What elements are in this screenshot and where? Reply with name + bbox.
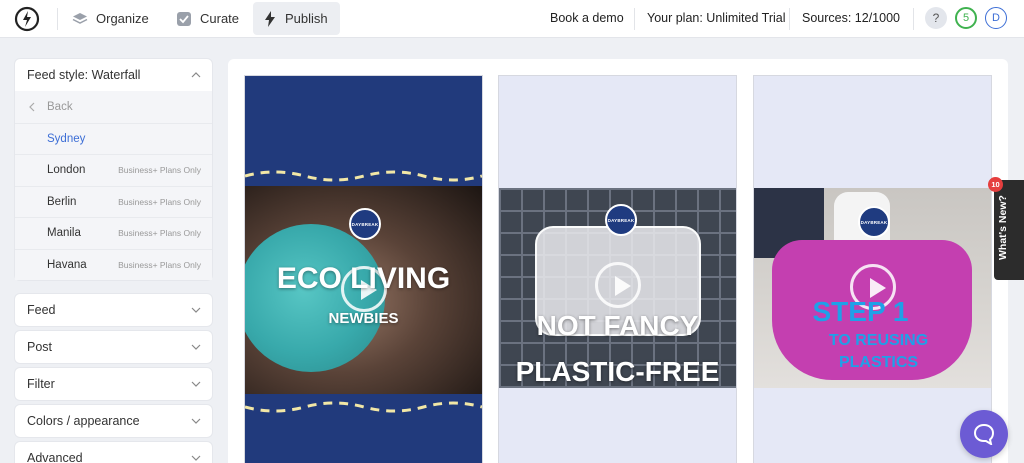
- post-subtitle-line2: PLASTICS: [838, 354, 919, 371]
- post-title: ECO LIVING: [276, 262, 451, 295]
- book-demo-link[interactable]: Book a demo: [550, 11, 624, 25]
- chevron-down-icon: [191, 307, 201, 313]
- top-bar: Organize Curate Publish Book a demo Your…: [0, 0, 1024, 38]
- option-name: London: [47, 164, 86, 177]
- checkbox-icon: [177, 11, 191, 26]
- back-button[interactable]: Back: [15, 91, 212, 123]
- section-label: Advanced: [27, 451, 83, 463]
- plan-note: Business+ Plans Only: [118, 228, 201, 239]
- chevron-down-icon: [191, 418, 201, 424]
- brand-badge: DAYBREAK: [858, 206, 890, 238]
- help-button[interactable]: ?: [925, 7, 947, 29]
- post-image: DAYBREAK NOT FANCY PLASTIC-FREE: [499, 188, 736, 388]
- feed-post-card[interactable]: DAYBREAK STEP 1 TO REUSING PLASTICS: [753, 75, 992, 463]
- section-post[interactable]: Post: [15, 331, 212, 363]
- nav-curate[interactable]: Curate: [166, 2, 249, 35]
- post-subtitle: NEWBIES: [328, 310, 399, 327]
- avatar[interactable]: D: [985, 7, 1007, 29]
- divider: [789, 8, 790, 30]
- post-title: NOT FANCY: [536, 310, 699, 341]
- chevron-down-icon: [191, 381, 201, 387]
- nav-publish-label: Publish: [285, 11, 328, 26]
- post-image: DAYBREAK ECO LIVING NEWBIES: [245, 186, 482, 394]
- plan-note: Business+ Plans Only: [118, 196, 201, 207]
- chevron-left-icon: [29, 102, 35, 112]
- back-label: Back: [47, 100, 73, 113]
- post-subtitle: TO REUSING: [828, 332, 929, 349]
- chevron-up-icon: [191, 72, 201, 78]
- post-subtitle: PLASTIC-FREE: [515, 356, 720, 387]
- brand-badge: DAYBREAK: [605, 204, 637, 236]
- feed-style-label: Feed style: Waterfall: [27, 68, 141, 82]
- whats-new-tab[interactable]: What's New?: [994, 180, 1024, 280]
- lightning-icon: [265, 10, 275, 27]
- brand-badge: DAYBREAK: [349, 208, 381, 240]
- section-advanced[interactable]: Advanced: [15, 442, 212, 463]
- section-feed[interactable]: Feed: [15, 294, 212, 326]
- app-logo-icon[interactable]: [14, 6, 40, 32]
- plan-link[interactable]: Your plan: Unlimited Trial: [647, 11, 786, 25]
- plan-note: Business+ Plans Only: [118, 165, 201, 176]
- option-name: Berlin: [47, 195, 77, 208]
- section-label: Post: [27, 340, 53, 354]
- feed-style-header[interactable]: Feed style: Waterfall: [15, 59, 212, 91]
- feed-post-card[interactable]: DAYBREAK NOT FANCY PLASTIC-FREE: [498, 75, 737, 463]
- layers-icon: [72, 12, 88, 24]
- post-image: DAYBREAK STEP 1 TO REUSING PLASTICS: [754, 188, 991, 388]
- whats-new-count-badge: 10: [988, 177, 1003, 192]
- dashed-wave-decoration: [245, 401, 482, 413]
- chat-bubble-icon: [973, 423, 995, 445]
- chat-button[interactable]: [960, 410, 1008, 458]
- feed-style-list: Back Sydney London Business+ Plans Only …: [15, 91, 212, 280]
- feed-style-option-sydney[interactable]: Sydney: [15, 122, 212, 154]
- chevron-down-icon: [191, 344, 201, 350]
- divider: [634, 8, 635, 30]
- option-name: Havana: [47, 258, 87, 271]
- divider: [57, 8, 58, 30]
- nav-organize[interactable]: Organize: [62, 2, 159, 35]
- divider: [913, 8, 914, 30]
- feed-style-option-london[interactable]: London Business+ Plans Only: [15, 154, 212, 186]
- sources-link[interactable]: Sources: 12/1000: [802, 11, 900, 25]
- whats-new-label: What's New?: [997, 195, 1009, 260]
- section-filter[interactable]: Filter: [15, 368, 212, 400]
- feed-style-option-havana[interactable]: Havana Business+ Plans Only: [15, 248, 212, 281]
- feed-style-panel: Feed style: Waterfall Back Sydney London…: [15, 59, 212, 280]
- option-name: Manila: [47, 227, 81, 240]
- section-label: Colors / appearance: [27, 414, 140, 428]
- feed-style-option-berlin[interactable]: Berlin Business+ Plans Only: [15, 185, 212, 218]
- section-colors-appearance[interactable]: Colors / appearance: [15, 405, 212, 437]
- dashed-wave-decoration: [245, 170, 482, 182]
- section-label: Filter: [27, 377, 55, 391]
- feed-style-option-manila[interactable]: Manila Business+ Plans Only: [15, 217, 212, 249]
- plan-note: Business+ Plans Only: [118, 259, 201, 270]
- nav-curate-label: Curate: [200, 11, 240, 26]
- post-title: STEP 1: [812, 296, 909, 327]
- nav-organize-label: Organize: [96, 11, 149, 26]
- feed-post-card[interactable]: DAYBREAK ECO LIVING NEWBIES: [244, 75, 483, 463]
- feed-preview: DAYBREAK ECO LIVING NEWBIES DAYBREAK NOT…: [228, 59, 1008, 463]
- chevron-down-icon: [191, 455, 201, 461]
- nav-publish[interactable]: Publish: [253, 2, 340, 35]
- notifications-button[interactable]: 5: [955, 7, 977, 29]
- play-icon[interactable]: [595, 262, 641, 308]
- section-label: Feed: [27, 303, 56, 317]
- option-name: Sydney: [47, 132, 86, 145]
